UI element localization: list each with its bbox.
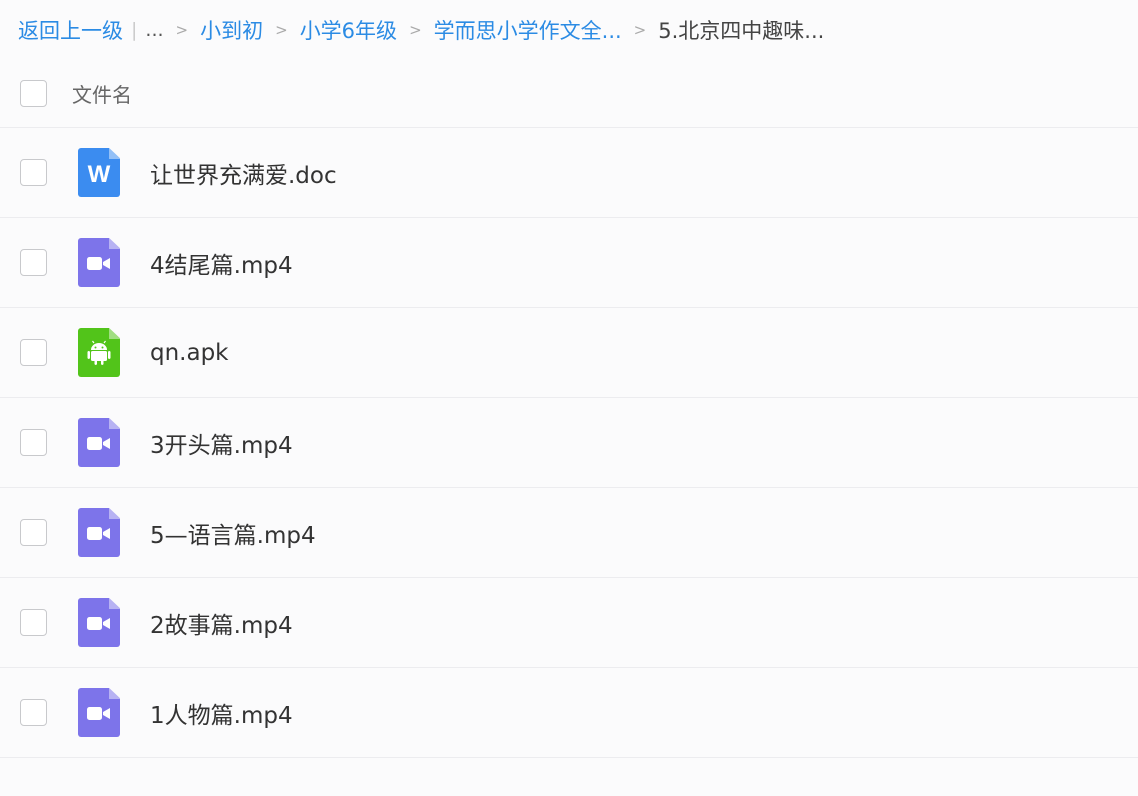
file-name[interactable]: 2故事篇.mp4 — [150, 606, 293, 640]
file-name[interactable]: 1人物篇.mp4 — [150, 696, 293, 730]
video-file-icon — [78, 688, 120, 737]
row-checkbox[interactable] — [20, 249, 47, 276]
file-row[interactable]: 2故事篇.mp4 — [0, 578, 1138, 668]
row-checkbox[interactable] — [20, 159, 47, 186]
file-row[interactable]: qn.apk — [0, 308, 1138, 398]
file-row[interactable]: 1人物篇.mp4 — [0, 668, 1138, 758]
row-checkbox[interactable] — [20, 699, 47, 726]
breadcrumb: 返回上一级 | ... > 小到初 > 小学6年级 > 学而思小学作文全... … — [18, 14, 824, 46]
word-doc-icon: W — [78, 148, 120, 197]
android-apk-icon — [78, 328, 120, 377]
file-name[interactable]: 4结尾篇.mp4 — [150, 246, 293, 280]
chevron-right-icon: > — [633, 21, 647, 39]
video-file-icon — [78, 598, 120, 647]
row-checkbox[interactable] — [20, 609, 47, 636]
video-file-icon — [78, 418, 120, 467]
chevron-right-icon: > — [409, 21, 422, 39]
column-header-filename[interactable]: 文件名 — [72, 79, 132, 108]
file-row[interactable]: W 让世界充满爱.doc — [0, 128, 1138, 218]
video-file-icon — [78, 508, 120, 557]
file-name[interactable]: 3开头篇.mp4 — [150, 426, 293, 460]
row-checkbox[interactable] — [20, 519, 47, 546]
list-header: 文件名 — [0, 60, 1138, 128]
file-name[interactable]: 让世界充满爱.doc — [150, 156, 337, 190]
chevron-right-icon: > — [275, 21, 288, 39]
file-name[interactable]: qn.apk — [150, 340, 229, 366]
row-checkbox[interactable] — [20, 429, 47, 456]
breadcrumb-ellipsis[interactable]: ... — [145, 19, 163, 41]
file-row[interactable]: 4结尾篇.mp4 — [0, 218, 1138, 308]
video-file-icon — [78, 238, 120, 287]
file-row[interactable]: 5—语言篇.mp4 — [0, 488, 1138, 578]
file-row[interactable]: 3开头篇.mp4 — [0, 398, 1138, 488]
breadcrumb-divider: | — [131, 19, 138, 41]
chevron-right-icon: > — [175, 21, 189, 39]
row-checkbox[interactable] — [20, 339, 47, 366]
select-all-checkbox[interactable] — [20, 80, 47, 107]
breadcrumb-current: 5.北京四中趣味... — [658, 19, 825, 43]
breadcrumb-item[interactable]: 小到初 — [200, 15, 263, 45]
back-link[interactable]: 返回上一级 — [18, 15, 123, 45]
file-name[interactable]: 5—语言篇.mp4 — [150, 516, 316, 550]
breadcrumb-item[interactable]: 学而思小学作文全... — [434, 15, 622, 45]
breadcrumb-item[interactable]: 小学6年级 — [300, 15, 397, 45]
file-list: W 让世界充满爱.doc 4结尾篇.mp4 qn.apk 3开头篇.mp4 5—… — [0, 128, 1138, 758]
